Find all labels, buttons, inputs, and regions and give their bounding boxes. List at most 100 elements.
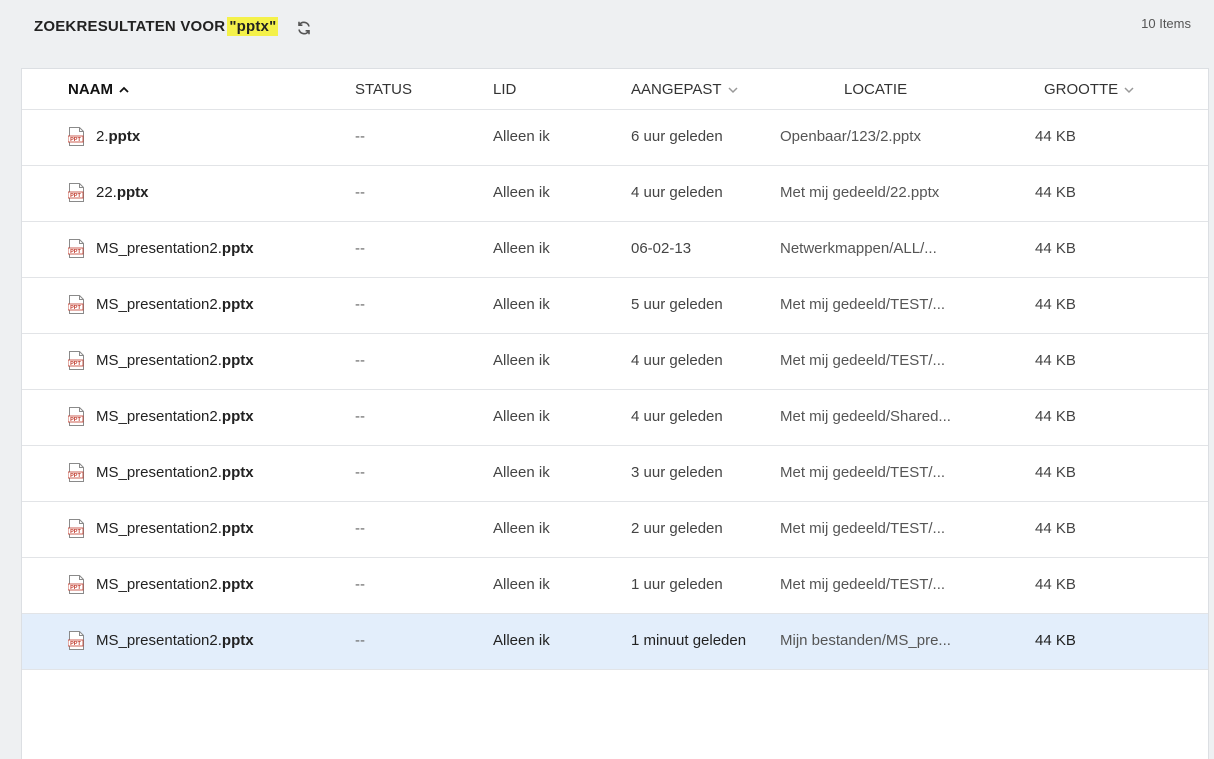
file-member: Alleen ik xyxy=(493,184,550,201)
file-status: -- xyxy=(355,184,365,201)
column-label-aangepast: AANGEPAST xyxy=(631,81,722,98)
page-title: ZOEKRESULTATEN VOOR "pptx" xyxy=(34,17,279,36)
file-status: -- xyxy=(355,464,365,481)
column-header-locatie[interactable]: LOCATIE xyxy=(844,81,907,98)
column-header-naam[interactable]: NAAM xyxy=(68,81,129,98)
table-row[interactable]: PPT MS_presentation2.pptx -- Alleen ik 2… xyxy=(22,502,1208,558)
file-member: Alleen ik xyxy=(493,576,550,593)
chevron-down-icon xyxy=(728,86,738,93)
pptx-file-icon: PPT xyxy=(68,463,84,482)
column-label-status: STATUS xyxy=(355,81,412,98)
svg-text:PPT: PPT xyxy=(70,305,81,311)
file-location[interactable]: Met mij gedeeld/22.pptx xyxy=(780,184,970,201)
pptx-file-icon: PPT xyxy=(68,127,84,146)
table-row[interactable]: PPT MS_presentation2.pptx -- Alleen ik 4… xyxy=(22,390,1208,446)
file-status: -- xyxy=(355,408,365,425)
file-modified: 4 uur geleden xyxy=(631,408,723,425)
results-header: ZOEKRESULTATEN VOOR "pptx" 10 Items xyxy=(0,0,1214,68)
pptx-file-icon: PPT xyxy=(68,183,84,202)
file-size: 44 KB xyxy=(1035,632,1076,649)
svg-text:PPT: PPT xyxy=(70,193,81,199)
svg-text:PPT: PPT xyxy=(70,641,81,647)
file-modified: 3 uur geleden xyxy=(631,464,723,481)
column-header-aangepast[interactable]: AANGEPAST xyxy=(631,81,738,98)
file-status: -- xyxy=(355,520,365,537)
pptx-file-icon: PPT xyxy=(68,295,84,314)
file-status: -- xyxy=(355,576,365,593)
file-name[interactable]: 2.pptx xyxy=(96,128,140,145)
file-member: Alleen ik xyxy=(493,240,550,257)
file-modified: 6 uur geleden xyxy=(631,128,723,145)
file-modified: 4 uur geleden xyxy=(631,184,723,201)
file-size: 44 KB xyxy=(1035,296,1076,313)
file-name[interactable]: MS_presentation2.pptx xyxy=(96,240,254,257)
svg-text:PPT: PPT xyxy=(70,473,81,479)
file-member: Alleen ik xyxy=(493,520,550,537)
column-label-lid: LID xyxy=(493,81,517,98)
file-name[interactable]: 22.pptx xyxy=(96,184,149,201)
file-status: -- xyxy=(355,296,365,313)
file-location[interactable]: Mijn bestanden/MS_pre... xyxy=(780,632,970,649)
column-header-lid[interactable]: LID xyxy=(493,81,516,98)
file-location[interactable]: Met mij gedeeld/TEST/... xyxy=(780,464,970,481)
pptx-file-icon: PPT xyxy=(68,407,84,426)
file-name[interactable]: MS_presentation2.pptx xyxy=(96,632,254,649)
table-row[interactable]: PPT MS_presentation2.pptx -- Alleen ik 4… xyxy=(22,334,1208,390)
file-location[interactable]: Met mij gedeeld/TEST/... xyxy=(780,520,970,537)
item-count: 10 Items xyxy=(1141,16,1191,31)
file-modified: 1 minuut geleden xyxy=(631,632,747,649)
file-status: -- xyxy=(355,240,365,257)
table-header: NAAM STATUS LID AANGEPAST LOCATIE GROOTT… xyxy=(22,69,1208,110)
title-prefix: ZOEKRESULTATEN VOOR xyxy=(34,18,226,35)
chevron-up-icon xyxy=(119,86,129,93)
file-status: -- xyxy=(355,632,365,649)
pptx-file-icon: PPT xyxy=(68,239,84,258)
results-table: NAAM STATUS LID AANGEPAST LOCATIE GROOTT… xyxy=(21,68,1209,759)
file-modified: 5 uur geleden xyxy=(631,296,723,313)
column-header-status[interactable]: STATUS xyxy=(355,81,412,98)
refresh-icon[interactable] xyxy=(296,20,312,36)
chevron-down-icon xyxy=(1124,86,1134,93)
file-size: 44 KB xyxy=(1035,408,1076,425)
file-location[interactable]: Met mij gedeeld/TEST/... xyxy=(780,352,970,369)
column-label-naam: NAAM xyxy=(68,81,113,98)
column-header-grootte[interactable]: GROOTTE xyxy=(1044,81,1134,98)
file-name[interactable]: MS_presentation2.pptx xyxy=(96,352,254,369)
file-modified: 4 uur geleden xyxy=(631,352,723,369)
file-name[interactable]: MS_presentation2.pptx xyxy=(96,576,254,593)
file-size: 44 KB xyxy=(1035,352,1076,369)
file-location[interactable]: Met mij gedeeld/Shared... xyxy=(780,408,970,425)
table-row[interactable]: PPT MS_presentation2.pptx -- Alleen ik 3… xyxy=(22,446,1208,502)
table-row[interactable]: PPT MS_presentation2.pptx -- Alleen ik 1… xyxy=(22,614,1208,670)
table-row[interactable]: PPT MS_presentation2.pptx -- Alleen ik 5… xyxy=(22,278,1208,334)
table-row[interactable]: PPT MS_presentation2.pptx -- Alleen ik 0… xyxy=(22,222,1208,278)
file-location[interactable]: Openbaar/123/2.pptx xyxy=(780,128,970,145)
file-location[interactable]: Met mij gedeeld/TEST/... xyxy=(780,576,970,593)
column-label-grootte: GROOTTE xyxy=(1044,81,1119,98)
file-status: -- xyxy=(355,128,365,145)
table-row[interactable]: PPT 2.pptx -- Alleen ik 6 uur geleden Op… xyxy=(22,110,1208,166)
file-name[interactable]: MS_presentation2.pptx xyxy=(96,520,254,537)
file-name[interactable]: MS_presentation2.pptx xyxy=(96,296,254,313)
file-member: Alleen ik xyxy=(493,128,550,145)
svg-text:PPT: PPT xyxy=(70,417,81,423)
file-size: 44 KB xyxy=(1035,184,1076,201)
file-name[interactable]: MS_presentation2.pptx xyxy=(96,408,254,425)
file-location[interactable]: Netwerkmappen/ALL/... xyxy=(780,240,970,257)
pptx-file-icon: PPT xyxy=(68,351,84,370)
file-modified: 1 uur geleden xyxy=(631,576,723,593)
table-row[interactable]: PPT MS_presentation2.pptx -- Alleen ik 1… xyxy=(22,558,1208,614)
search-query-highlight: "pptx" xyxy=(227,17,279,36)
svg-text:PPT: PPT xyxy=(70,137,81,143)
file-size: 44 KB xyxy=(1035,128,1076,145)
file-location[interactable]: Met mij gedeeld/TEST/... xyxy=(780,296,970,313)
file-member: Alleen ik xyxy=(493,464,550,481)
file-status: -- xyxy=(355,352,365,369)
table-row[interactable]: PPT 22.pptx -- Alleen ik 4 uur geleden M… xyxy=(22,166,1208,222)
column-label-locatie: LOCATIE xyxy=(844,81,908,98)
file-size: 44 KB xyxy=(1035,520,1076,537)
file-member: Alleen ik xyxy=(493,632,550,649)
file-modified: 06-02-13 xyxy=(631,240,692,257)
pptx-file-icon: PPT xyxy=(68,631,84,650)
file-name[interactable]: MS_presentation2.pptx xyxy=(96,464,254,481)
